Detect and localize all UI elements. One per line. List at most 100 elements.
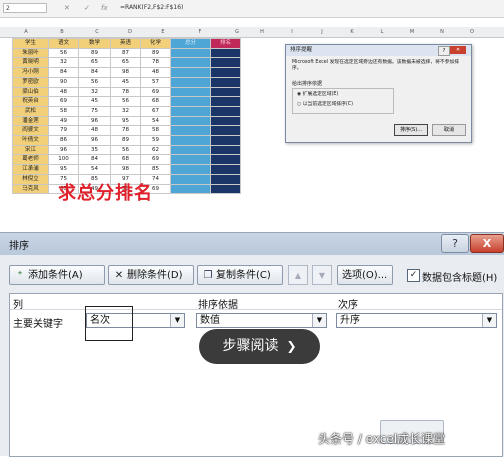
table-cell[interactable]: 49 <box>48 115 79 127</box>
table-cell[interactable]: 化学 <box>140 38 171 49</box>
table-cell[interactable] <box>210 144 241 156</box>
has-headers-checkbox[interactable]: ✓ <box>407 269 420 282</box>
table-cell[interactable]: 84 <box>78 67 111 78</box>
column-letter[interactable]: F <box>194 27 206 37</box>
column-letter[interactable]: O <box>466 27 478 37</box>
table-cell[interactable]: 65 <box>78 57 111 69</box>
table-cell[interactable] <box>210 135 241 146</box>
table-cell[interactable]: 总分 <box>170 38 211 49</box>
table-cell[interactable]: 葛老师 <box>12 154 49 166</box>
help-icon[interactable]: ? <box>438 46 450 56</box>
table-cell[interactable] <box>210 164 241 175</box>
chevron-down-icon[interactable]: ▼ <box>482 314 496 327</box>
table-cell[interactable]: 54 <box>140 115 171 127</box>
table-cell[interactable] <box>170 105 211 117</box>
table-cell[interactable] <box>210 154 241 166</box>
table-cell[interactable]: 排名 <box>210 38 241 49</box>
table-cell[interactable] <box>170 164 211 175</box>
table-cell[interactable]: 语文 <box>48 38 79 49</box>
table-cell[interactable] <box>170 76 211 88</box>
table-cell[interactable]: 59 <box>140 135 171 146</box>
table-cell[interactable] <box>170 57 211 69</box>
formula-input[interactable]: =RANK(F2,F$2:F$16) <box>120 3 183 13</box>
table-cell[interactable] <box>210 86 241 98</box>
column-letter[interactable]: C <box>91 27 103 37</box>
move-up-button[interactable]: ▲ <box>288 265 308 285</box>
table-cell[interactable]: 75 <box>78 105 111 117</box>
table-cell[interactable]: 45 <box>110 76 141 88</box>
table-cell[interactable]: 67 <box>140 105 171 117</box>
help-button[interactable]: ? <box>441 234 469 253</box>
table-cell[interactable]: 数学 <box>78 38 111 49</box>
cancel-button[interactable]: 取消 <box>432 124 466 136</box>
table-cell[interactable]: 95 <box>110 115 141 127</box>
name-box[interactable]: 2 <box>3 3 47 13</box>
options-button[interactable]: 选项(O)... <box>337 265 393 285</box>
table-cell[interactable] <box>170 173 211 185</box>
table-cell[interactable]: 69 <box>140 86 171 98</box>
table-cell[interactable]: 90 <box>48 76 79 88</box>
table-cell[interactable] <box>210 57 241 69</box>
table-cell[interactable]: 85 <box>140 164 171 175</box>
copy-condition-button[interactable]: ❐ 复制条件(C) <box>197 265 283 285</box>
table-cell[interactable] <box>210 47 241 59</box>
table-cell[interactable] <box>170 47 211 59</box>
column-letter[interactable]: E <box>157 27 169 37</box>
table-cell[interactable]: 江承浦 <box>12 164 49 175</box>
table-cell[interactable]: 58 <box>140 125 171 137</box>
table-cell[interactable]: 79 <box>48 125 79 137</box>
table-cell[interactable]: 95 <box>48 164 79 175</box>
column-letter[interactable]: B <box>56 27 68 37</box>
table-cell[interactable]: 武松 <box>12 105 49 117</box>
table-cell[interactable]: 56 <box>110 96 141 107</box>
sort-button[interactable]: 排序(S)... <box>394 124 428 136</box>
table-cell[interactable]: 林倪立 <box>12 173 49 185</box>
table-cell[interactable]: 86 <box>48 135 79 146</box>
table-cell[interactable]: 56 <box>110 144 141 156</box>
table-cell[interactable]: 56 <box>78 76 111 88</box>
table-cell[interactable]: 罗密欧 <box>12 76 49 88</box>
table-cell[interactable]: 100 <box>48 154 79 166</box>
table-cell[interactable]: 96 <box>48 144 79 156</box>
table-cell[interactable]: 56 <box>48 47 79 59</box>
table-cell[interactable]: 62 <box>140 144 171 156</box>
table-cell[interactable]: 35 <box>78 144 111 156</box>
table-cell[interactable]: 45 <box>78 96 111 107</box>
table-cell[interactable]: 89 <box>78 47 111 59</box>
table-cell[interactable]: 98 <box>110 164 141 175</box>
table-cell[interactable] <box>170 183 211 195</box>
table-cell[interactable] <box>170 144 211 156</box>
column-letter[interactable]: H <box>256 27 268 37</box>
fx-icon[interactable]: fx <box>101 3 108 13</box>
table-cell[interactable]: 阎婆文 <box>12 125 49 137</box>
chevron-down-icon[interactable]: ▼ <box>312 314 326 327</box>
table-cell[interactable]: 65 <box>110 57 141 69</box>
table-cell[interactable]: 96 <box>78 115 111 127</box>
table-cell[interactable]: 32 <box>78 86 111 98</box>
step-reading-pill[interactable]: 步骤阅读 ❯ <box>199 329 320 364</box>
table-cell[interactable] <box>210 96 241 107</box>
table-cell[interactable] <box>210 115 241 127</box>
column-letter[interactable]: L <box>376 27 388 37</box>
table-cell[interactable] <box>170 154 211 166</box>
table-cell[interactable] <box>210 67 241 78</box>
table-cell[interactable]: 朱丽叶 <box>12 47 49 59</box>
table-cell[interactable]: 潘金莲 <box>12 115 49 127</box>
move-down-button[interactable]: ▼ <box>312 265 332 285</box>
table-cell[interactable] <box>210 125 241 137</box>
table-cell[interactable]: 78 <box>110 86 141 98</box>
table-cell[interactable] <box>170 115 211 127</box>
table-cell[interactable]: 98 <box>110 67 141 78</box>
column-letter[interactable]: N <box>436 27 448 37</box>
table-cell[interactable] <box>170 86 211 98</box>
column-letter[interactable]: D <box>124 27 136 37</box>
table-cell[interactable]: 68 <box>140 96 171 107</box>
table-cell[interactable]: 冯小刚 <box>12 67 49 78</box>
add-condition-button[interactable]: ⁺ 添加条件(A) <box>9 265 105 285</box>
table-cell[interactable]: 57 <box>140 76 171 88</box>
close-icon[interactable]: ✕ <box>450 46 466 54</box>
close-button[interactable]: X <box>470 234 504 253</box>
order-select[interactable]: 升序 ▼ <box>336 313 497 328</box>
table-cell[interactable]: 69 <box>140 154 171 166</box>
table-cell[interactable]: 89 <box>110 135 141 146</box>
